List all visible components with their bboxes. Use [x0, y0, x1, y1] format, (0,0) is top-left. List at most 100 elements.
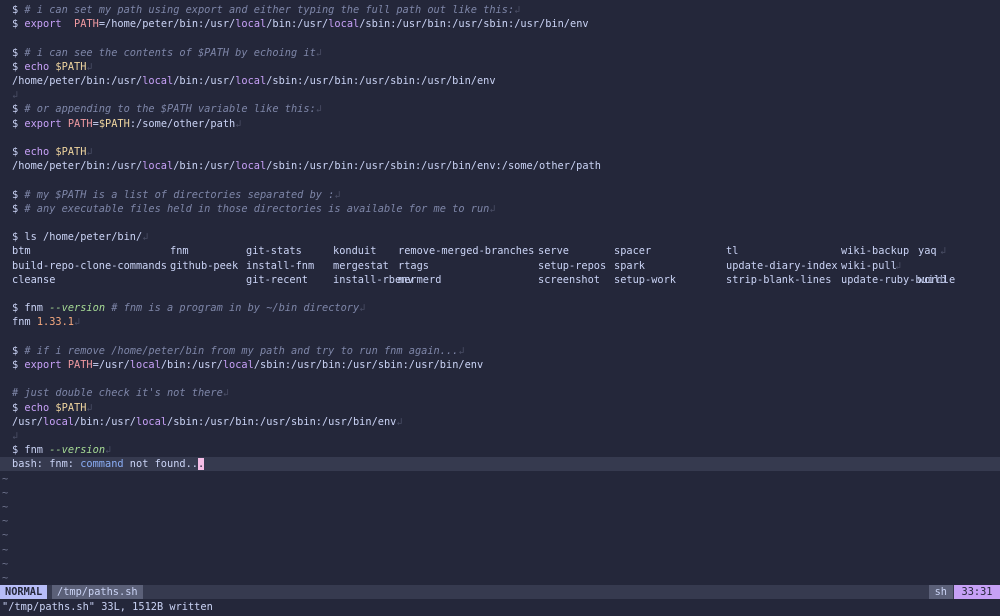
ls-entry: spark	[614, 259, 645, 272]
buffer-line[interactable]: fnm 1.33.1↲	[0, 315, 1000, 329]
text-cursor: .	[198, 458, 205, 471]
buffer-line[interactable]	[0, 131, 1000, 145]
text-segment: # i can see the contents of $PATH by ech…	[24, 46, 316, 59]
eol-icon: ↲	[315, 103, 322, 116]
ls-output-line[interactable]: cleanse git-recent install-rbenv mermerd scr…	[0, 273, 1000, 287]
text-segment: /bin:/usr/	[74, 415, 136, 428]
buffer-line[interactable]: $ export PATH=$PATH:/some/other/path↲	[0, 117, 1000, 131]
ls-entry: btm	[12, 245, 31, 258]
prompt-symbol: $	[12, 359, 25, 371]
ls-entry: git-recent	[246, 273, 308, 286]
text-segment: /bin:/usr/	[266, 18, 329, 31]
ls-entry: yaq	[918, 245, 937, 258]
buffer-line[interactable]: $ # my $PATH is a list of directories se…	[0, 188, 1000, 202]
ls-entry: cleanse	[12, 273, 56, 286]
prompt-symbol: $	[12, 302, 25, 315]
text-segment: /sbin:/usr/bin:/usr/sbin:/usr/bin/env:/s…	[266, 160, 601, 173]
prompt-symbol: $	[12, 46, 25, 59]
buffer-line[interactable]: $ ls /home/peter/bin/↲	[0, 230, 1000, 244]
eol-icon: ↲	[222, 387, 229, 400]
ls-entry: tl	[726, 245, 739, 258]
text-segment: fnm	[24, 444, 50, 457]
text-segment: fnm	[12, 316, 37, 329]
buffer-line[interactable]: $ fnm --version↲	[0, 443, 1000, 457]
eol-icon: ↲	[142, 231, 149, 244]
eol-icon: ↲	[514, 4, 521, 16]
buffer-line[interactable]: # just double check it's not there↲	[0, 386, 1000, 400]
buffer-line[interactable]	[0, 330, 1000, 344]
empty-line-marker: ~	[0, 557, 1000, 571]
text-segment: local	[328, 18, 360, 31]
buffer-line[interactable]: bash: fnm: command not found...	[0, 457, 1000, 472]
mode-indicator: NORMAL	[0, 585, 48, 599]
prompt-symbol: $	[12, 60, 25, 73]
text-segment: local	[222, 359, 254, 371]
text-segment: /sbin:/usr/bin:/usr/sbin:/usr/bin/env	[167, 415, 397, 428]
buffer-line[interactable]: $ export PATH=/home/peter/bin:/usr/local…	[0, 17, 1000, 31]
command-line[interactable]: "/tmp/paths.sh" 33L, 1512B written	[2, 600, 213, 614]
eol-icon: ↲	[359, 302, 366, 315]
text-segment: --version	[49, 444, 106, 457]
ls-entry: spacer	[614, 245, 652, 258]
text-segment: $PATH	[55, 146, 87, 158]
tilde-icon: ~	[2, 557, 9, 570]
buffer-line[interactable]	[0, 31, 1000, 45]
text-segment: ls /home/peter/bin/	[24, 231, 143, 244]
ls-entry: setup-work	[614, 273, 676, 286]
text-segment: 1.33.1	[36, 316, 75, 329]
tilde-icon: ~	[2, 501, 9, 513]
buffer-line[interactable]: $ echo $PATH↲	[0, 145, 1000, 159]
file-type: sh	[928, 585, 953, 599]
buffer-line[interactable]: $ # or appending to the $PATH variable l…	[0, 102, 1000, 116]
buffer-line[interactable]: ↲	[0, 88, 1000, 102]
buffer-line[interactable]: $ # any executable files held in those d…	[0, 202, 1000, 216]
statusline: NORMAL /tmp/paths.sh sh 33:31	[0, 585, 1000, 599]
buffer-line[interactable]: $ fnm --version # fnm is a program in by…	[0, 301, 1000, 315]
empty-line-marker: ~	[0, 528, 1000, 542]
buffer-line[interactable]: /home/peter/bin:/usr/local/bin:/usr/loca…	[0, 159, 1000, 173]
buffer-line[interactable]: $ export PATH=/usr/local/bin:/usr/local/…	[0, 358, 1000, 372]
eol-icon: ↲	[334, 188, 341, 201]
text-segment: local	[235, 160, 267, 173]
empty-line-marker: ~	[0, 486, 1000, 500]
prompt-symbol: $	[12, 188, 25, 201]
ls-entry: github-peek	[170, 259, 239, 272]
ls-entry: wiki-backup	[841, 245, 910, 258]
buffer-line[interactable]: /home/peter/bin:/usr/local/bin:/usr/loca…	[0, 74, 1000, 88]
ls-output-line[interactable]: build-repo-clone-commands github-peek inst…	[0, 259, 1000, 273]
tilde-icon: ~	[2, 529, 9, 542]
eol-icon: ↲	[86, 146, 93, 158]
eol-icon: ↲	[86, 60, 93, 73]
eol-icon: ↲	[458, 344, 465, 357]
ls-output-line[interactable]: btm fnm git-stats konduit remove-merged-bran…	[0, 244, 1000, 258]
ls-entry: update-diary-index	[726, 259, 838, 272]
text-segment: local	[142, 75, 174, 87]
text-segment: /sbin:/usr/bin:/usr/sbin:/usr/bin/env	[266, 75, 496, 87]
ls-entry: mergestat	[333, 259, 389, 272]
buffer-line[interactable]: $ echo $PATH↲	[0, 60, 1000, 74]
buffer-line[interactable]	[0, 372, 1000, 386]
buffer-line[interactable]: $ # i can set my path using export and e…	[0, 3, 1000, 17]
buffer-line[interactable]	[0, 173, 1000, 187]
text-segment: local	[136, 415, 167, 428]
buffer-line[interactable]	[0, 287, 1000, 301]
text-segment: $PATH	[55, 60, 87, 73]
editor-buffer[interactable]: $ # i can set my path using export and e…	[0, 0, 1000, 584]
prompt-symbol: $	[12, 444, 25, 457]
buffer-line[interactable]: /usr/local/bin:/usr/local/sbin:/usr/bin:…	[0, 415, 1000, 429]
text-segment: $PATH	[98, 117, 130, 130]
tilde-icon: ~	[2, 486, 9, 499]
text-segment: echo	[24, 146, 50, 158]
text-segment: /home/peter/bin:/usr/	[12, 160, 143, 173]
text-segment: echo	[24, 401, 50, 414]
text-segment: # just double check it's not there	[12, 387, 223, 400]
buffer-line[interactable]: ↲	[0, 429, 1000, 443]
text-segment: bash: fnm:	[12, 458, 81, 471]
eol-icon: ↲	[937, 273, 944, 286]
text-segment: # if i remove /home/peter/bin from my pa…	[24, 344, 459, 357]
buffer-line[interactable]	[0, 216, 1000, 230]
buffer-line[interactable]: $ # if i remove /home/peter/bin from my …	[0, 344, 1000, 358]
prompt-symbol: $	[12, 344, 25, 357]
buffer-line[interactable]: $ # i can see the contents of $PATH by e…	[0, 46, 1000, 60]
buffer-line[interactable]: $ echo $PATH↲	[0, 401, 1000, 415]
